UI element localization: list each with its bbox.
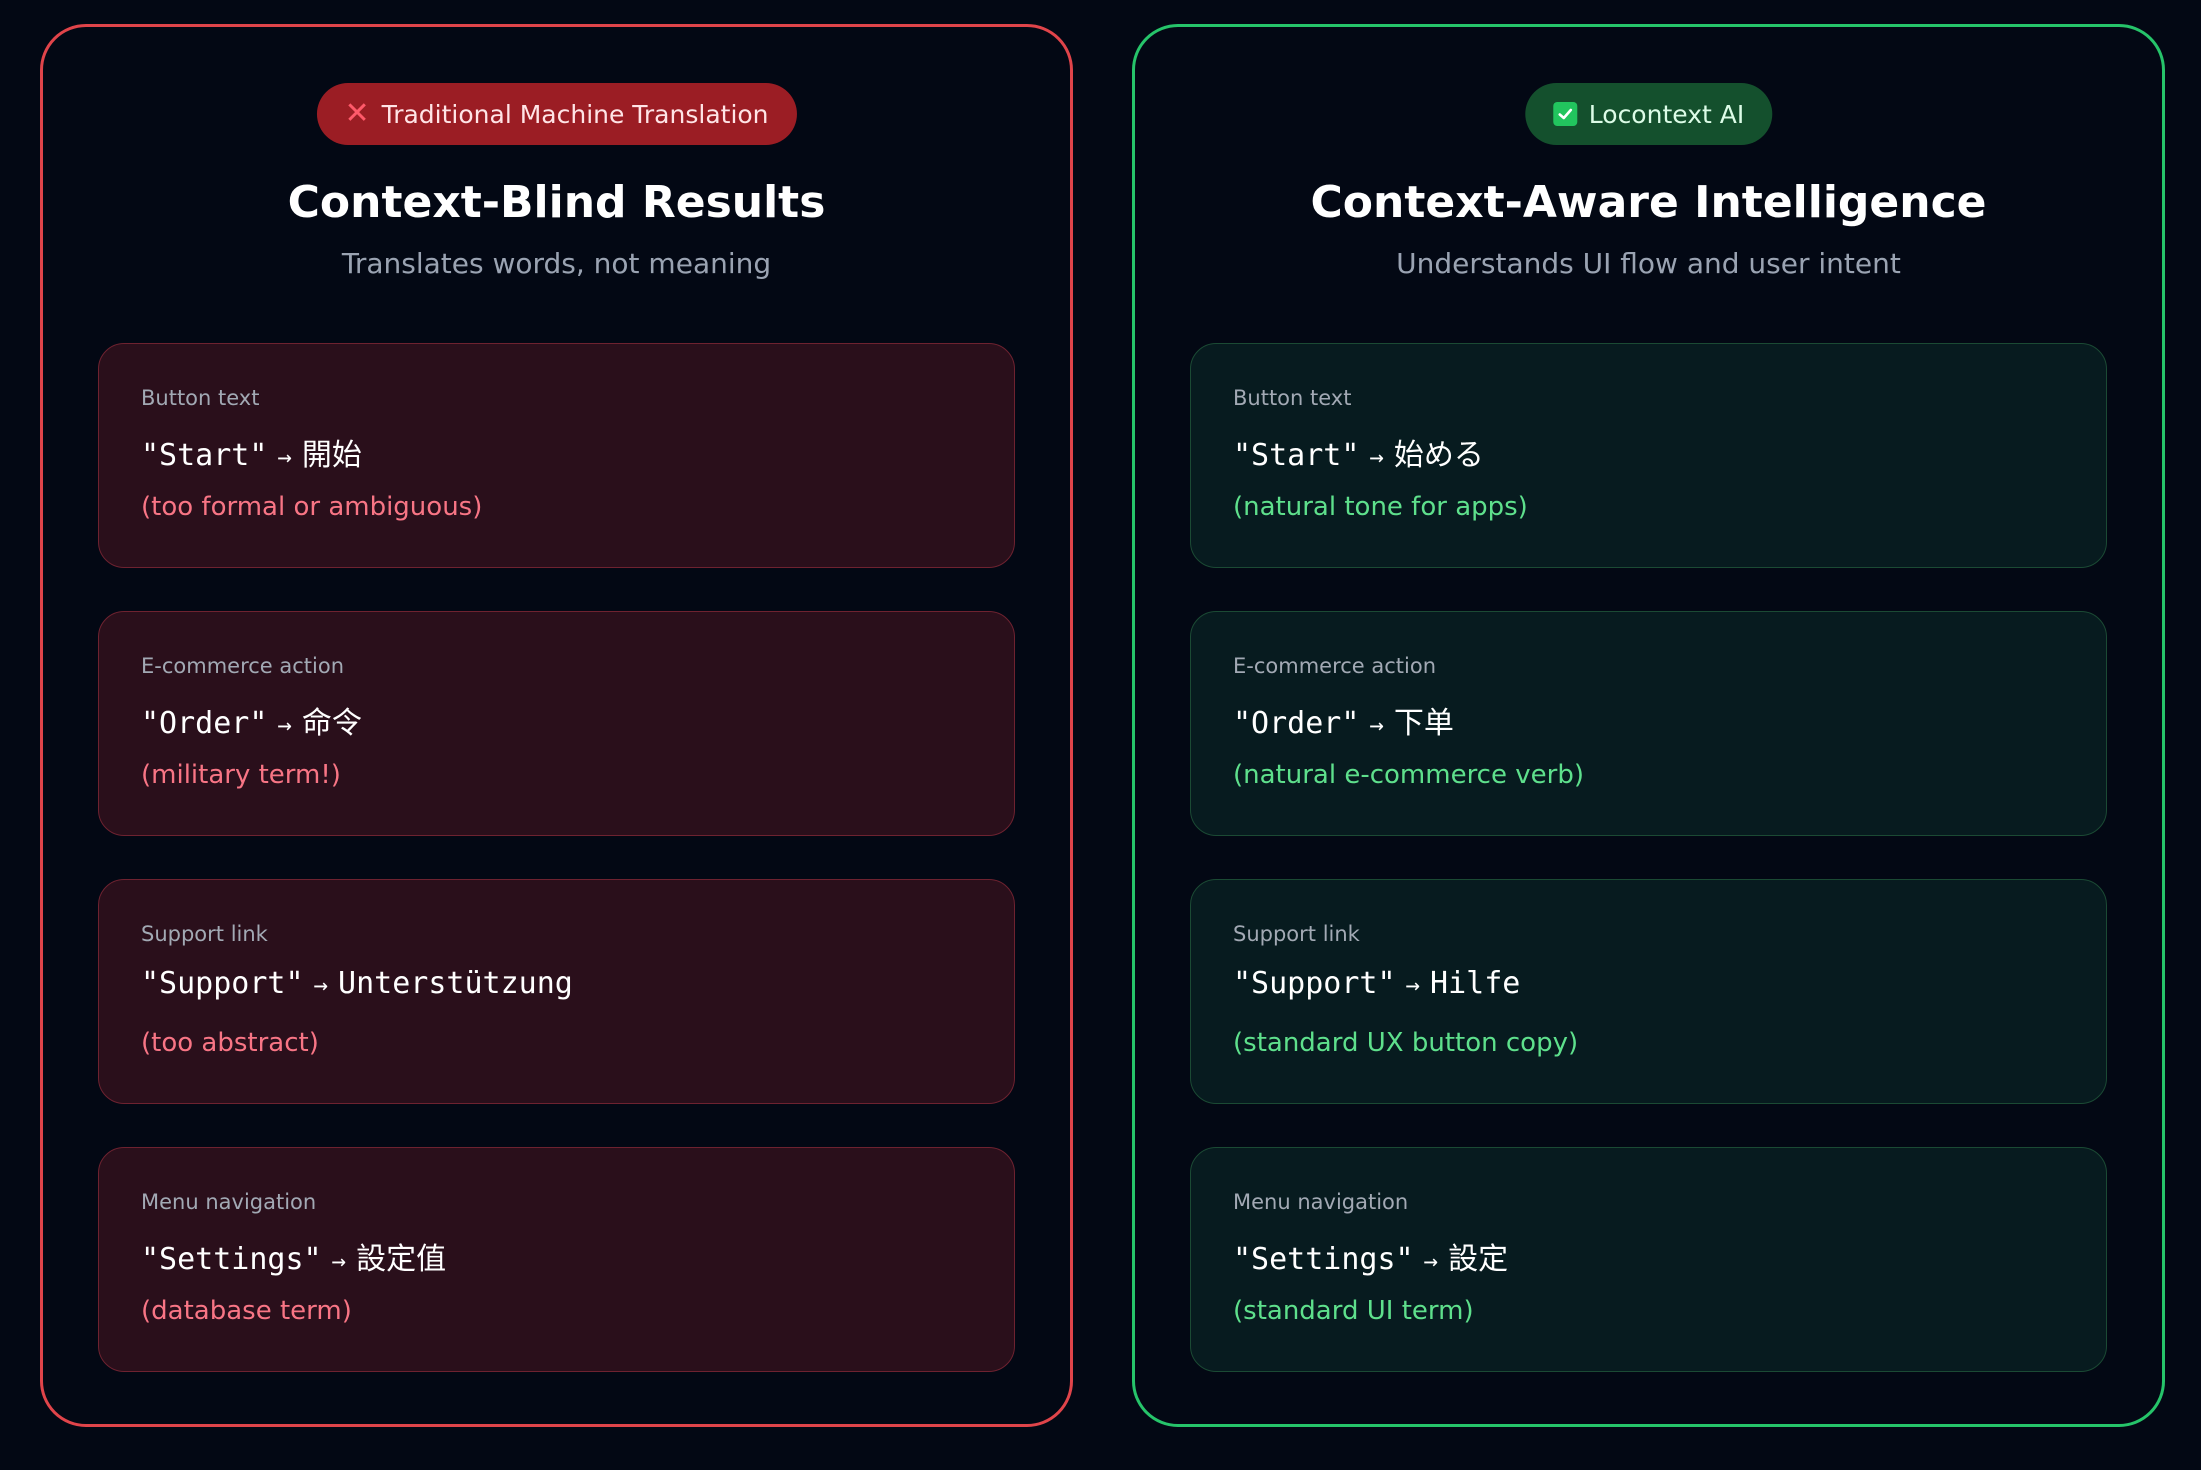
source-term: "Order" xyxy=(141,706,268,741)
traditional-mt-title: Context-Blind Results xyxy=(287,177,826,228)
source-term: "Start" xyxy=(1233,438,1360,473)
source-term: "Support" xyxy=(1233,966,1396,1001)
locontext-ai-title: Context-Aware Intelligence xyxy=(1310,177,1987,228)
translation-mapping: "Order" → 命令 xyxy=(141,698,362,742)
arrow-icon: → xyxy=(277,443,292,471)
arrow-icon: → xyxy=(1423,1247,1439,1275)
translation-mapping: "Start" → 始める xyxy=(1233,430,1484,474)
arrow-icon: → xyxy=(331,1247,347,1275)
card-label: E-commerce action xyxy=(1233,654,1437,678)
translated-term: 設定值 xyxy=(356,1242,447,1277)
locontext-ai-badge: Locontext AI xyxy=(1524,83,1773,145)
card-note: (natural e-commerce verb) xyxy=(1233,760,1584,790)
translated-term: Unterstützung xyxy=(338,966,573,1001)
translated-term: 始める xyxy=(1393,438,1484,473)
x-mark-icon: ✕ xyxy=(344,96,370,131)
arrow-icon: → xyxy=(1369,711,1384,739)
example-card-ecommerce-action: E-commerce action "Order" → 下单 (natural e-… xyxy=(1190,611,2107,836)
source-term: "Order" xyxy=(1233,706,1360,741)
example-card-support-link: Support link "Support" → Hilfe (standard U… xyxy=(1190,879,2107,1104)
card-label: Support link xyxy=(141,922,268,946)
translation-mapping: "Support" → Hilfe xyxy=(1233,966,1520,1001)
card-note: (too abstract) xyxy=(141,1028,319,1058)
translation-mapping: "Order" → 下单 xyxy=(1233,698,1454,742)
source-term: "Start" xyxy=(141,438,268,473)
traditional-mt-panel: ✕ Traditional Machine Translation Contex… xyxy=(40,24,1073,1427)
arrow-icon: → xyxy=(313,971,329,999)
translated-term: 開始 xyxy=(301,438,362,473)
traditional-mt-badge: ✕ Traditional Machine Translation xyxy=(316,83,797,145)
source-term: "Support" xyxy=(141,966,304,1001)
card-note: (standard UI term) xyxy=(1233,1296,1474,1326)
translated-term: Hilfe xyxy=(1430,966,1521,1001)
card-label: Support link xyxy=(1233,922,1360,946)
translation-mapping: "Start" → 開始 xyxy=(141,430,362,474)
example-card-button-text: Button text "Start" → 始める (natural tone fo… xyxy=(1190,343,2107,568)
source-term: "Settings" xyxy=(1233,1242,1414,1277)
translated-term: 下单 xyxy=(1393,706,1454,741)
card-note: (database term) xyxy=(141,1296,352,1326)
translation-mapping: "Settings" → 設定值 xyxy=(141,1234,446,1278)
source-term: "Settings" xyxy=(141,1242,322,1277)
card-label: Button text xyxy=(141,386,260,410)
card-label: Menu navigation xyxy=(1233,1190,1409,1214)
example-card-menu-navigation: Menu navigation "Settings" → 設定 (standard … xyxy=(1190,1147,2107,1372)
translated-term: 命令 xyxy=(301,706,362,741)
example-card-support-link: Support link "Support" → Unterstützung (to… xyxy=(98,879,1015,1104)
checkbox-checked-icon xyxy=(1552,102,1577,126)
traditional-mt-badge-label: Traditional Machine Translation xyxy=(381,99,769,129)
example-card-ecommerce-action: E-commerce action "Order" → 命令 (military t… xyxy=(98,611,1015,836)
card-note: (military term!) xyxy=(141,760,341,790)
arrow-icon: → xyxy=(1369,443,1384,471)
translated-term: 設定 xyxy=(1448,1242,1509,1277)
arrow-icon: → xyxy=(277,711,292,739)
locontext-ai-badge-label: Locontext AI xyxy=(1588,99,1745,129)
card-note: (natural tone for apps) xyxy=(1233,492,1528,522)
locontext-ai-panel: Locontext AI Context-Aware Intelligence … xyxy=(1132,24,2165,1427)
arrow-icon: → xyxy=(1405,971,1421,999)
locontext-ai-subtitle: Understands UI flow and user intent xyxy=(1396,247,1901,280)
translation-mapping: "Support" → Unterstützung xyxy=(141,966,573,1001)
example-card-button-text: Button text "Start" → 開始 (too formal or am… xyxy=(98,343,1015,568)
translation-mapping: "Settings" → 設定 xyxy=(1233,1234,1508,1278)
card-label: Button text xyxy=(1233,386,1352,410)
card-note: (standard UX button copy) xyxy=(1233,1028,1579,1058)
card-label: Menu navigation xyxy=(141,1190,317,1214)
card-label: E-commerce action xyxy=(141,654,345,678)
traditional-mt-subtitle: Translates words, not meaning xyxy=(341,247,772,280)
example-card-menu-navigation: Menu navigation "Settings" → 設定值 (database… xyxy=(98,1147,1015,1372)
card-note: (too formal or ambiguous) xyxy=(141,492,483,522)
